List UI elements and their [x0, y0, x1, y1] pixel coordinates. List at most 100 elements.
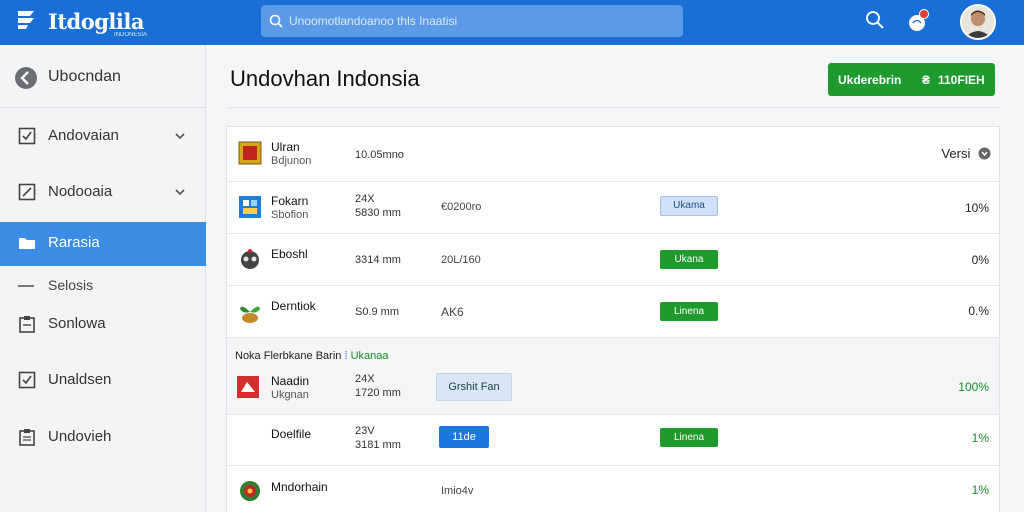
- row-col1: 3314 mm: [355, 254, 401, 266]
- plant-icon: [240, 306, 260, 323]
- row-name: Fokarn: [271, 194, 309, 208]
- row-sub: Ukgnan: [271, 389, 309, 401]
- row-percent: 0%: [971, 253, 989, 267]
- row-name: Derntiok: [271, 299, 316, 313]
- version-sort-button[interactable]: Versi: [941, 146, 991, 161]
- primary-action-button[interactable]: Ukderebrin ₴ 110FIEH: [828, 63, 995, 96]
- row-col2: 20L/160: [441, 254, 481, 266]
- document-icon: [19, 429, 35, 446]
- sidebar-item-label: Rarasia: [48, 234, 100, 251]
- row-col1: 24X: [355, 373, 375, 385]
- table-row[interactable]: Eboshl 3314 mm 20L/160 Ukana 0%: [227, 234, 999, 286]
- header-sub: Bdjunon: [271, 155, 312, 167]
- sidebar-item-label: Selosis: [48, 277, 94, 293]
- table-row[interactable]: Derntiok S0.9 mm AK6 Linena 0.%: [227, 286, 999, 338]
- sidebar-back-label: Ubocndan: [48, 68, 121, 85]
- header-col1: 10.05mno: [355, 149, 404, 161]
- back-arrow-icon: [15, 67, 37, 89]
- action-button[interactable]: Grshit Fan: [436, 373, 512, 401]
- table-row[interactable]: Mndorhain Imio4v 1%: [227, 466, 999, 512]
- sidebar: Ubocndan Andovaian Nodooaia Rarasia Selo…: [0, 45, 206, 512]
- status-badge[interactable]: Linena: [660, 302, 718, 321]
- row-name: Eboshl: [271, 247, 308, 261]
- checklist-icon: [18, 371, 36, 389]
- notification-dot: [919, 9, 929, 19]
- row-percent: 1%: [971, 431, 989, 445]
- clipboard-icon: [19, 316, 35, 333]
- row-col2: Imio4v: [441, 485, 474, 497]
- status-badge[interactable]: Ukama: [660, 196, 718, 216]
- table-group[interactable]: Noka Flerbkane Barin ⁞ Ukanaa Naadin Ukg…: [227, 338, 999, 415]
- checkbox-icon: [18, 127, 36, 145]
- version-label: Versi: [941, 146, 971, 161]
- row-sub: Sbofion: [271, 209, 309, 221]
- table-row[interactable]: Fokarn Sbofion 24X 5830 mm €0200ro Ukama…: [227, 182, 999, 234]
- data-table: Ulran Bdjunon 10.05mno Versi Fokarn Sbof…: [226, 126, 1000, 512]
- info-icon: [978, 147, 991, 160]
- sidebar-item-label: Undovieh: [48, 428, 112, 445]
- chevron-down-icon: [175, 133, 185, 140]
- row-col1b: 1720 mm: [355, 387, 401, 399]
- row-name: Mndorhain: [271, 480, 328, 494]
- row-col1b: 5830 mm: [355, 207, 401, 219]
- sidebar-item-sonlowa[interactable]: Sonlowa: [0, 303, 206, 345]
- title-divider: [228, 107, 1000, 108]
- group-label-separator: ⁞: [344, 350, 348, 362]
- primary-button-label: Ukderebrin: [838, 73, 902, 87]
- row-col1b: 3181 mm: [355, 439, 401, 451]
- robot-icon: [241, 249, 259, 269]
- group-label: Noka Flerbkane Barin ⁞ Ukanaa: [235, 350, 389, 362]
- row-percent: 0.%: [968, 304, 989, 318]
- sidebar-item-undovieh[interactable]: Undovieh: [0, 416, 206, 458]
- group-link[interactable]: Ukanaa: [351, 350, 389, 362]
- row-percent: 10%: [964, 201, 989, 215]
- search-input[interactable]: [289, 9, 669, 33]
- status-badge[interactable]: Linena: [660, 428, 718, 447]
- row-col1: 24X: [355, 193, 375, 205]
- sidebar-item-andovaian[interactable]: Andovaian: [0, 115, 206, 157]
- sidebar-item-label: Sonlowa: [48, 315, 106, 332]
- folder-icon: [19, 238, 35, 249]
- emblem-icon: [240, 481, 260, 501]
- sidebar-item-label: Andovaian: [48, 127, 119, 144]
- top-bar: Itdoglila INDONESIA: [0, 0, 1024, 45]
- primary-row-button[interactable]: 11de: [439, 426, 489, 448]
- search-bar[interactable]: [261, 5, 683, 37]
- row-name: Naadin: [271, 374, 310, 388]
- map-pin-icon: [237, 376, 259, 398]
- logo-text: Itdoglila: [48, 9, 144, 34]
- edit-icon: [18, 183, 36, 201]
- sidebar-item-label: Unaldsen: [48, 371, 112, 388]
- group-label-text: Noka Flerbkane Barin: [235, 350, 342, 362]
- table-header-row: Ulran Bdjunon 10.05mno Versi: [227, 127, 999, 182]
- notifications-button[interactable]: [905, 9, 931, 35]
- sidebar-item-label: Nodooaia: [48, 183, 113, 200]
- sidebar-item-unaldsen[interactable]: Unaldsen: [0, 359, 206, 401]
- primary-button-separator: ₴: [922, 73, 931, 87]
- sidebar-item-rarasia[interactable]: Rarasia: [0, 222, 206, 266]
- avatar-icon: [962, 6, 994, 38]
- search-icon: [269, 14, 283, 28]
- logo-icon: [18, 11, 34, 29]
- header-name: Ulran: [271, 140, 300, 154]
- chevron-down-icon: [175, 189, 185, 196]
- table-row[interactable]: Doelfile 23V 3181 mm 11de Linena 1%: [227, 415, 999, 466]
- user-avatar[interactable]: [960, 4, 996, 40]
- row-col1: 23V: [355, 425, 375, 437]
- logo-subtext: INDONESIA: [114, 32, 148, 38]
- page-title: Undovhan Indonsia: [230, 66, 420, 91]
- row-percent: 100%: [958, 380, 989, 394]
- shield-badge-icon: [238, 141, 262, 165]
- row-col1: S0.9 mm: [355, 306, 400, 318]
- row-col2: AK6: [441, 305, 464, 319]
- app-logo[interactable]: Itdoglila INDONESIA: [14, 6, 154, 38]
- header-search-icon[interactable]: [864, 9, 886, 31]
- sidebar-divider: [0, 107, 206, 108]
- sidebar-subitem-selosis[interactable]: Selosis: [0, 269, 206, 301]
- sidebar-back-button[interactable]: Ubocndan: [0, 57, 206, 97]
- row-percent: 1%: [971, 483, 989, 497]
- status-badge[interactable]: Ukana: [660, 250, 718, 269]
- sidebar-item-nodooaia[interactable]: Nodooaia: [0, 171, 206, 213]
- calendar-icon: [239, 196, 261, 218]
- primary-button-value: 110FIEH: [938, 73, 985, 87]
